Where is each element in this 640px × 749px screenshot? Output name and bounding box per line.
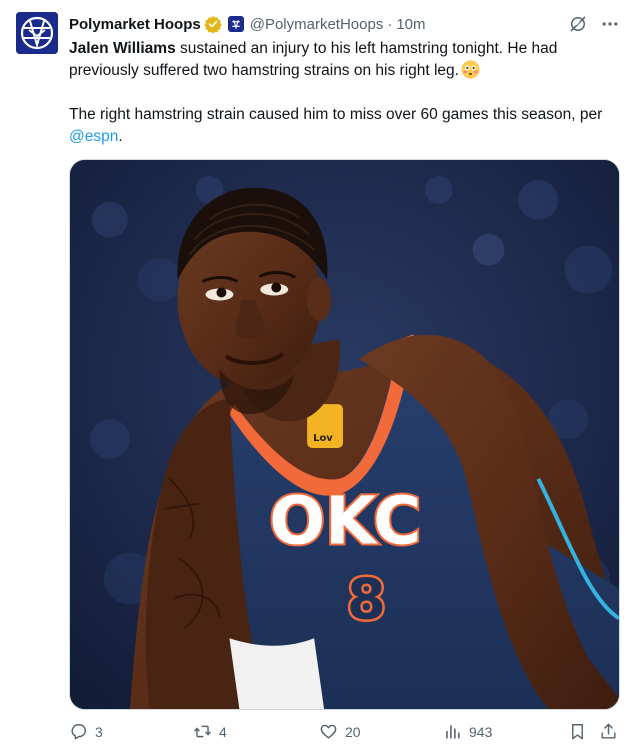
tweet-text: Jalen Williams sustained an injury to hi… — [69, 38, 619, 148]
player-photo-image: OKC 8 Lov — [70, 160, 619, 709]
author-handle[interactable]: @PolymarketHoops — [250, 16, 384, 33]
tweet-card[interactable]: Polymarket Hoops @PolymarketHoops · 10m … — [0, 0, 640, 749]
views-count: 943 — [469, 723, 493, 740]
tweet-actions: 3 4 20 943 — [69, 722, 621, 744]
repost-count: 4 — [219, 723, 227, 740]
mentioned-player-name: Jalen Williams — [69, 40, 176, 57]
views-button[interactable]: 943 — [443, 722, 492, 741]
reply-icon — [71, 724, 86, 740]
share-button[interactable] — [599, 722, 618, 741]
like-count: 20 — [345, 723, 361, 740]
more-options-icon[interactable] — [600, 14, 620, 34]
reply-count: 3 — [95, 723, 103, 740]
tweet-text-line2: The right hamstring strain caused him to… — [69, 106, 603, 123]
mention-link[interactable]: @espn — [69, 128, 118, 145]
jersey-number-text: 8 — [347, 567, 386, 632]
verified-badge-icon[interactable] — [204, 15, 222, 33]
tweet-timestamp[interactable]: 10m — [396, 16, 425, 33]
separator-dot: · — [387, 15, 393, 33]
avatar[interactable] — [16, 12, 58, 54]
jersey-patch-text: Lov — [313, 433, 333, 444]
share-icon — [601, 723, 616, 739]
bookmark-button[interactable] — [568, 722, 587, 741]
like-button[interactable]: 20 — [319, 722, 361, 741]
polymarket-hoops-logo-icon — [16, 12, 58, 54]
views-chart-icon — [446, 725, 460, 739]
flushed-face-emoji-icon — [461, 60, 480, 79]
author-name[interactable]: Polymarket Hoops — [69, 16, 201, 33]
affiliate-badge-icon[interactable] — [227, 16, 244, 32]
bookmark-icon — [572, 724, 583, 740]
heart-icon — [320, 724, 337, 739]
grok-icon[interactable] — [568, 14, 588, 34]
tweet-header: Polymarket Hoops @PolymarketHoops · 10m — [69, 13, 426, 35]
tweet-text-period: . — [118, 128, 123, 145]
top-actions — [568, 14, 620, 34]
jersey-logo-text: OKC — [269, 483, 421, 560]
repost-icon — [194, 725, 211, 738]
repost-button[interactable]: 4 — [193, 722, 227, 741]
reply-button[interactable]: 3 — [69, 722, 103, 741]
tweet-photo[interactable]: OKC 8 Lov — [69, 159, 620, 710]
